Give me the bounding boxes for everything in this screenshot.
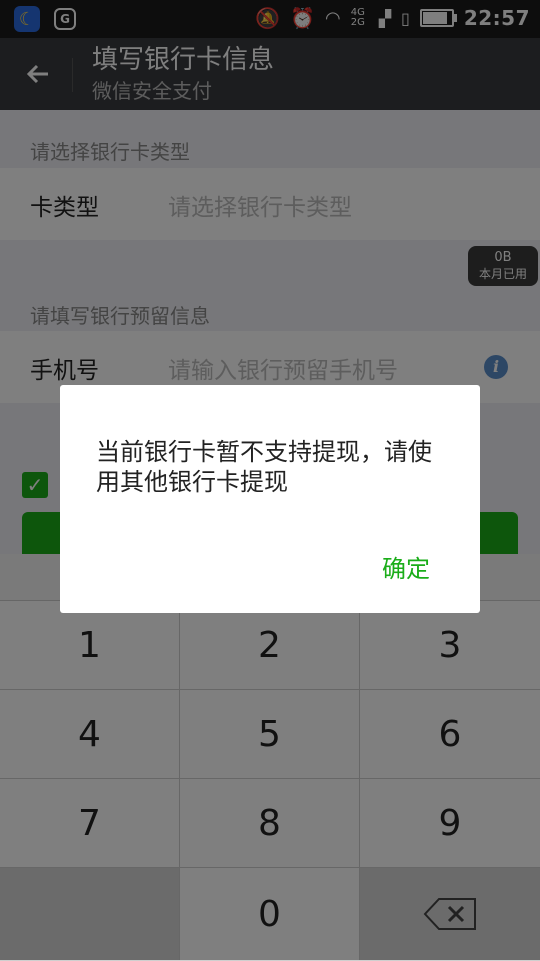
alert-dialog: 当前银行卡暂不支持提现，请使用其他银行卡提现 确定 bbox=[60, 385, 480, 613]
dialog-message: 当前银行卡暂不支持提现，请使用其他银行卡提现 bbox=[96, 438, 432, 496]
confirm-button[interactable]: 确定 bbox=[382, 549, 430, 584]
